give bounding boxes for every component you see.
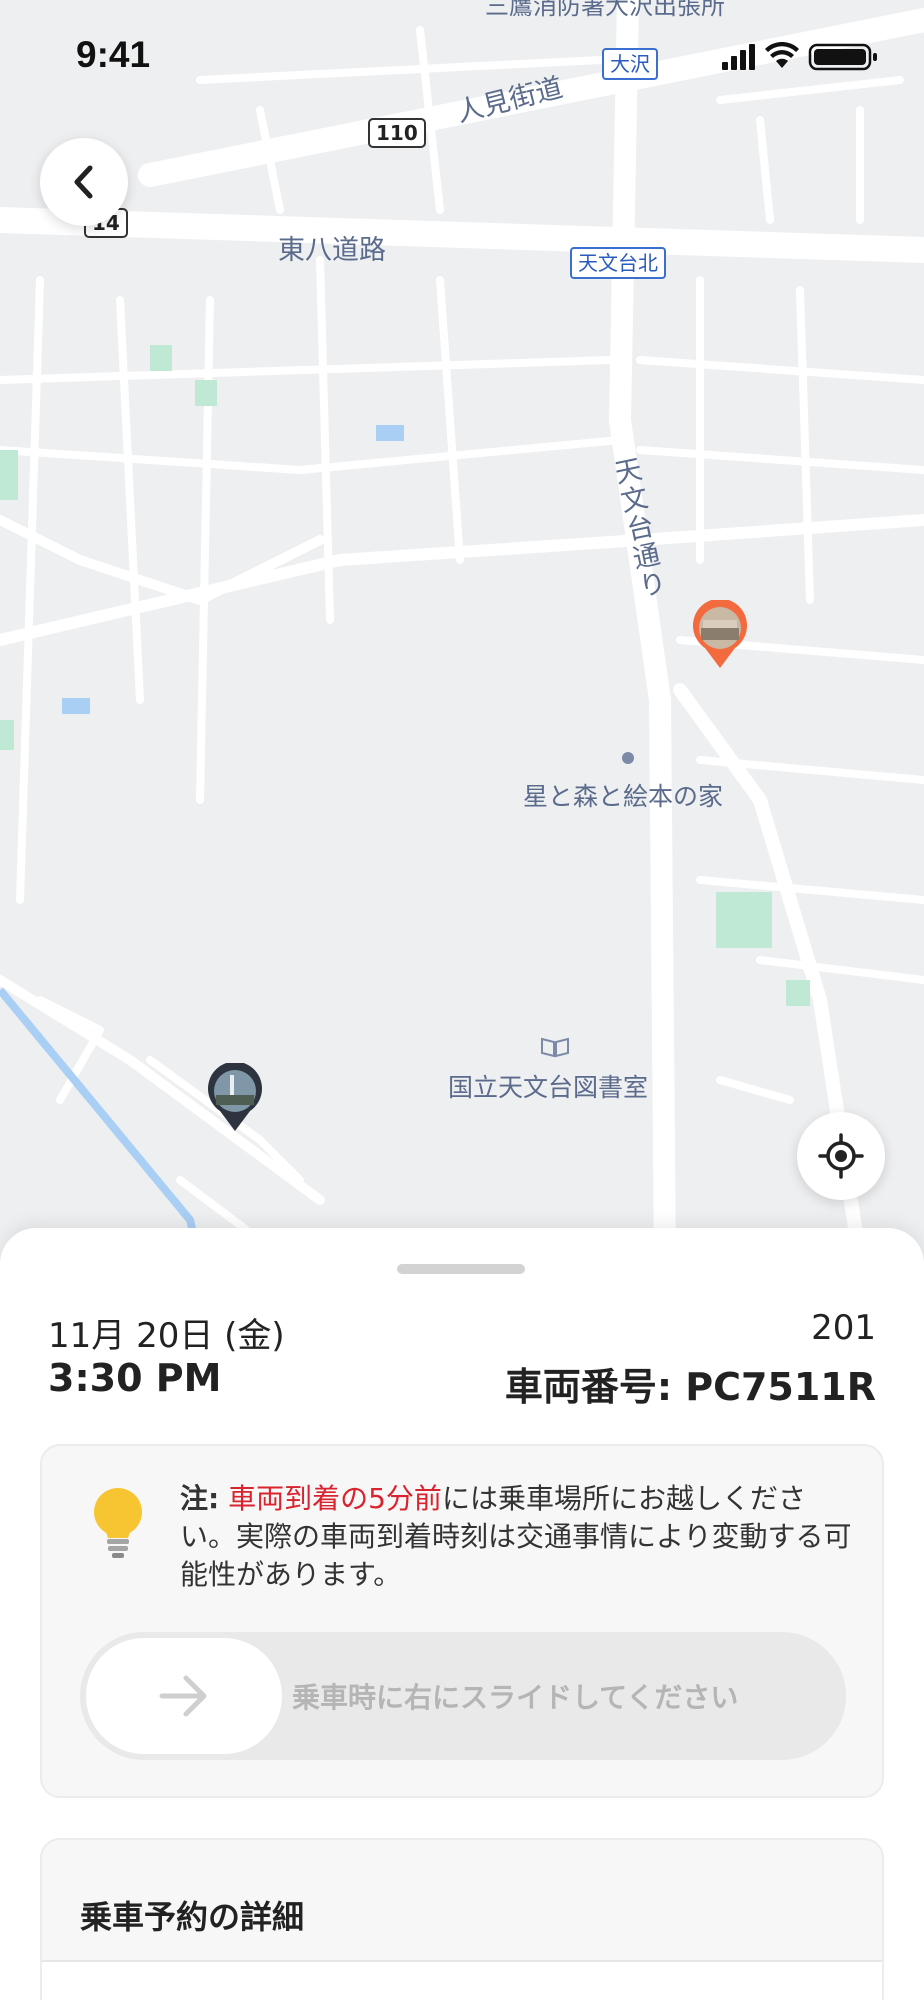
notice-prefix: 注: bbox=[180, 1482, 220, 1515]
pickup-location-pin-icon[interactable] bbox=[691, 600, 749, 670]
booking-details-title: 乗車予約の詳細 bbox=[80, 1898, 305, 1936]
booking-details-body bbox=[42, 1962, 882, 2000]
wifi-icon bbox=[765, 42, 799, 68]
trip-bottom-sheet: 11月 20日 (金) 3:30 PM 201 車両番号: PC7511R 注:… bbox=[0, 1228, 924, 2000]
slider-label: 乗車時に右にスライドしてください bbox=[292, 1681, 739, 1714]
trip-number: 201 bbox=[811, 1308, 876, 1348]
route-shield-110: 110 bbox=[368, 118, 426, 148]
map-label-tohachi-doro: 東八道路 bbox=[278, 235, 386, 266]
status-bar-time: 9:41 bbox=[76, 34, 151, 75]
notice-card: 注: 車両到着の5分前には乗車場所にお越しください。実際の車両到着時刻は交通事情… bbox=[40, 1444, 884, 1798]
trip-time: 3:30 PM bbox=[48, 1356, 222, 1400]
vehicle-location-pin-icon[interactable] bbox=[206, 1063, 264, 1133]
arrow-right-icon bbox=[159, 1675, 207, 1717]
battery-icon bbox=[808, 43, 877, 71]
slider-knob[interactable] bbox=[86, 1638, 282, 1754]
notice-text: 注: 車両到着の5分前には乗車場所にお越しください。実際の車両到着時刻は交通事情… bbox=[180, 1480, 856, 1594]
notice-highlight: 車両到着の5分前 bbox=[228, 1482, 442, 1515]
vehicle-number: 車両番号: PC7511R bbox=[504, 1365, 876, 1409]
crosshair-icon bbox=[818, 1133, 864, 1179]
status-bar-icons bbox=[722, 42, 877, 71]
map-label-fire-station: 三鷹消防署大沢出張所 bbox=[485, 0, 725, 20]
chevron-left-icon bbox=[74, 165, 93, 199]
cellular-signal-icon bbox=[722, 44, 755, 70]
intersection-sign-osawa: 大沢 bbox=[602, 48, 658, 80]
map-label-library: 国立天文台図書室 bbox=[448, 1073, 649, 1102]
map-view[interactable]: 三鷹消防署大沢出張所 人見街道 東八道路 天文台通り 星と森と絵本の家 国立天文… bbox=[0, 0, 924, 1260]
trip-date: 11月 20日 (金) bbox=[48, 1316, 285, 1356]
back-button[interactable] bbox=[40, 138, 128, 226]
intersection-sign-tenmondai-kita: 天文台北 bbox=[570, 247, 666, 279]
lightbulb-icon bbox=[94, 1488, 142, 1558]
map-label-hoshi-to-mori: 星と森と絵本の家 bbox=[523, 782, 724, 811]
sheet-drag-handle[interactable] bbox=[397, 1264, 525, 1274]
booking-details-card[interactable]: 乗車予約の詳細 bbox=[40, 1838, 884, 2000]
book-icon bbox=[541, 1037, 569, 1058]
poi-dot-icon bbox=[622, 752, 634, 764]
slide-to-board-slider[interactable]: 乗車時に右にスライドしてください bbox=[80, 1632, 846, 1760]
my-location-button[interactable] bbox=[797, 1112, 885, 1200]
